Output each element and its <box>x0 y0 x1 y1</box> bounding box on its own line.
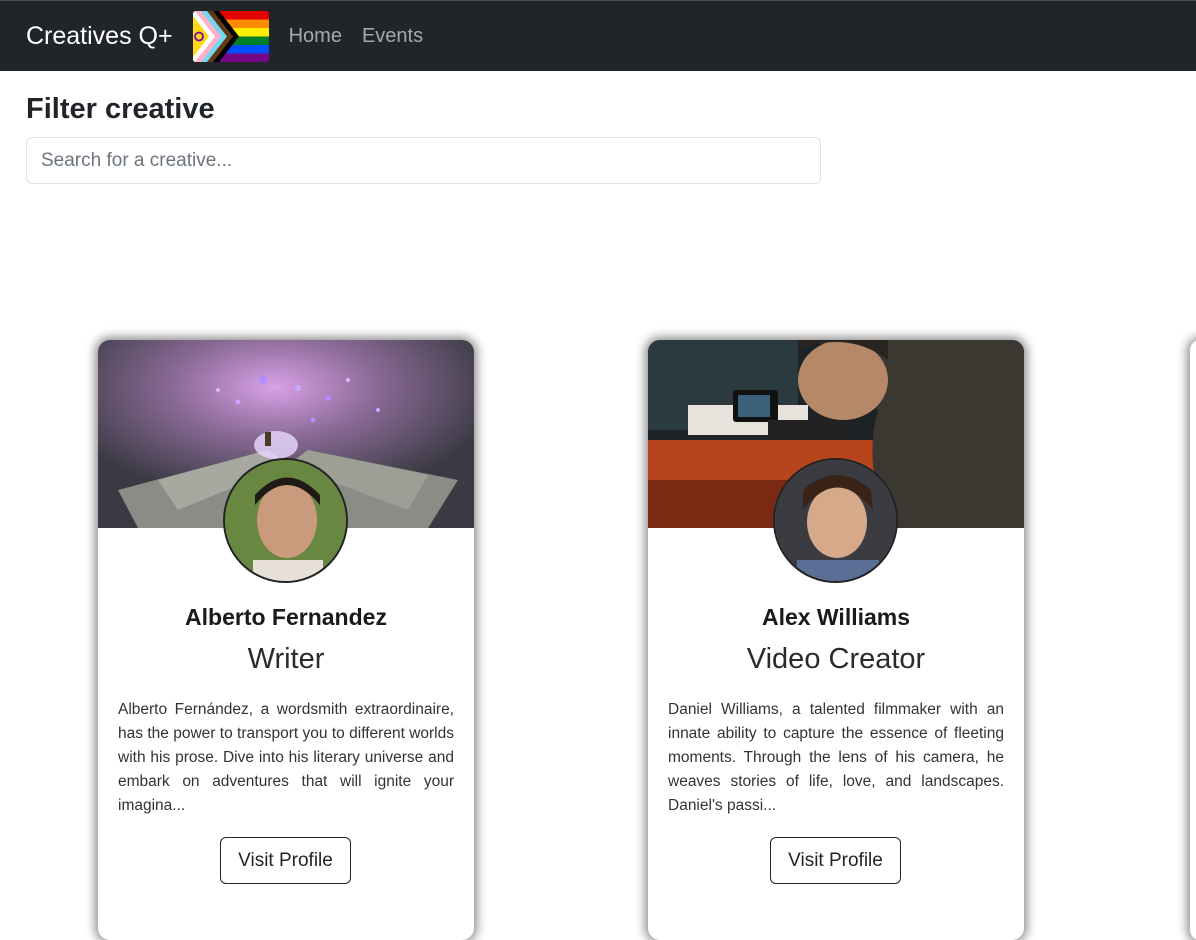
nav-link-events[interactable]: Events <box>362 25 423 48</box>
search-input[interactable] <box>26 137 821 184</box>
progress-pride-flag-icon <box>192 10 269 62</box>
creative-description: Daniel Williams, a talented filmmaker wi… <box>668 701 1004 814</box>
creative-role: Writer <box>247 643 325 675</box>
nav-link-home[interactable]: Home <box>289 25 342 48</box>
creative-name: Alberto Fernandez <box>185 604 387 630</box>
visit-profile-button[interactable]: Visit Profile <box>770 837 901 884</box>
navbar: Creatives Q+ Home Events <box>0 0 1196 71</box>
creative-role: Video Creator <box>746 643 926 675</box>
filter-title: Filter creative <box>26 93 215 125</box>
visit-profile-button[interactable]: Visit Profile <box>220 837 351 884</box>
creative-card: Alex Williams Video Creator Daniel Willi… <box>648 340 1024 940</box>
avatar <box>223 458 348 583</box>
avatar <box>773 458 898 583</box>
creative-name: Alex Williams <box>761 604 911 630</box>
creative-card: Alberto Fernandez Writer Alberto Fernánd… <box>98 340 474 940</box>
creative-description: Alberto Fernández, a wordsmith extraordi… <box>118 701 454 814</box>
creative-card-partial <box>1190 340 1196 940</box>
brand-title[interactable]: Creatives Q+ <box>26 22 173 51</box>
